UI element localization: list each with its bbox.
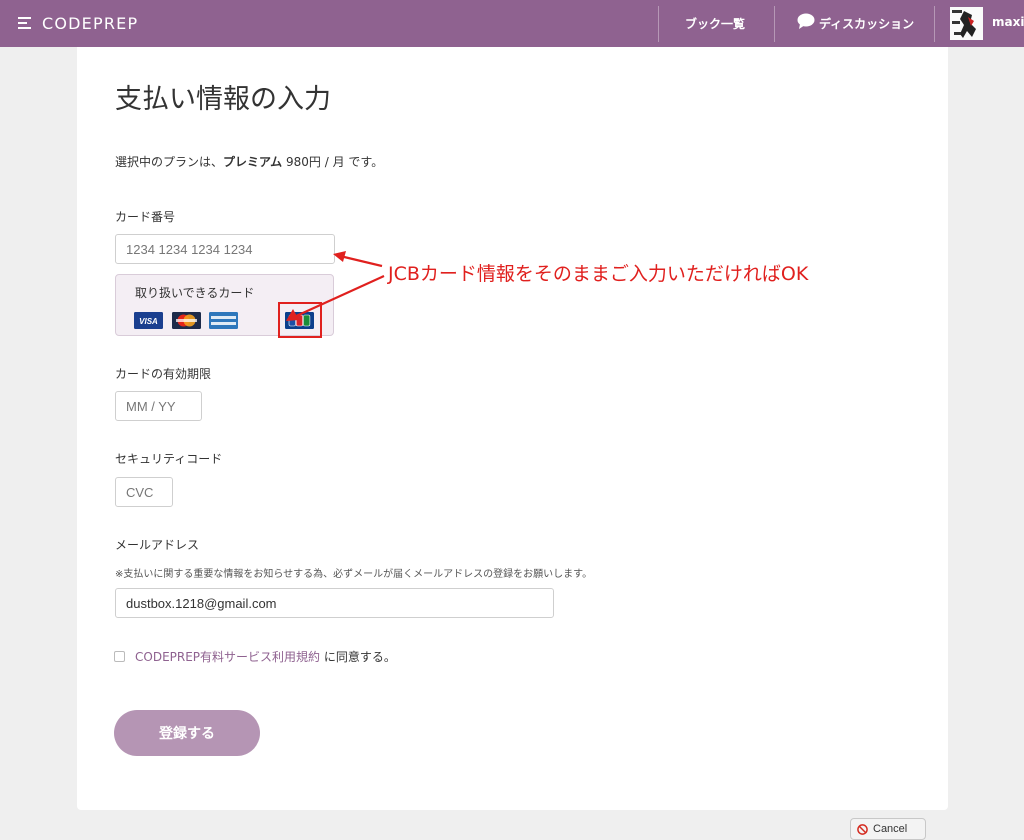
nav-discussion[interactable]: ディスカッション: [819, 15, 914, 32]
expiry-label: カードの有効期限: [115, 367, 212, 381]
card-number-input[interactable]: [115, 234, 335, 264]
nav-divider: [658, 6, 659, 42]
terms-suffix: に同意する。: [320, 650, 396, 664]
accepted-cards-box: 取り扱いできるカード VISA: [115, 274, 334, 338]
annotation-text: JCBカード情報をそのままご入力いただければOK: [388, 263, 809, 285]
accepted-cards-title: 取り扱いできるカード: [135, 286, 255, 300]
nav-divider: [774, 6, 775, 42]
security-code-input[interactable]: [115, 477, 173, 507]
logo-text: CODEPREP: [42, 13, 139, 33]
email-input[interactable]: [115, 588, 554, 618]
terms-agreement: CODEPREP有料サービス利用規約 に同意する。: [135, 648, 396, 665]
svg-text:VISA: VISA: [139, 317, 158, 326]
avatar[interactable]: [950, 7, 983, 40]
american-express-logo-icon: [209, 312, 238, 329]
register-button[interactable]: 登録する: [114, 710, 260, 756]
card-number-label: カード番号: [115, 210, 176, 224]
terms-checkbox[interactable]: [114, 651, 125, 662]
speech-bubble-icon: [797, 13, 815, 29]
cancel-label: Cancel: [873, 823, 908, 835]
visa-logo-icon: VISA: [134, 312, 163, 329]
plan-prefix: 選択中のプランは、: [115, 155, 224, 169]
jcb-highlight-box: [278, 302, 322, 338]
terms-link[interactable]: CODEPREP有料サービス利用規約: [135, 650, 320, 664]
plan-price: 980円 / 月: [282, 155, 349, 169]
logo[interactable]: CODEPREP: [18, 13, 138, 33]
selected-plan-text: 選択中のプランは、プレミアム 980円 / 月 です。: [115, 153, 383, 170]
email-label: メールアドレス: [115, 538, 200, 552]
user-name[interactable]: maxim: [992, 15, 1024, 29]
cancel-button[interactable]: Cancel: [850, 818, 926, 840]
nav-book-list[interactable]: ブック一覧: [685, 15, 745, 32]
expiry-input[interactable]: [115, 391, 202, 421]
avatar-image: [950, 7, 983, 40]
prohibited-icon: [857, 823, 868, 835]
page-title: 支払い情報の入力: [115, 84, 331, 115]
security-code-label: セキュリティコード: [115, 452, 223, 466]
plan-suffix: です。: [348, 155, 384, 169]
payment-form-card: 支払い情報の入力 選択中のプランは、プレミアム 980円 / 月 です。 カード…: [77, 47, 948, 810]
nav-divider: [934, 6, 935, 42]
mastercard-logo-icon: [172, 312, 201, 329]
menu-lines-icon: [18, 16, 33, 30]
email-note: ※支払いに関する重要な情報をお知らせする為、必ずメールが届くメールアドレスの登録…: [115, 569, 593, 580]
top-navigation-bar: CODEPREP ブック一覧 ディスカッション maxim: [0, 0, 1024, 47]
plan-name: プレミアム: [223, 155, 283, 169]
